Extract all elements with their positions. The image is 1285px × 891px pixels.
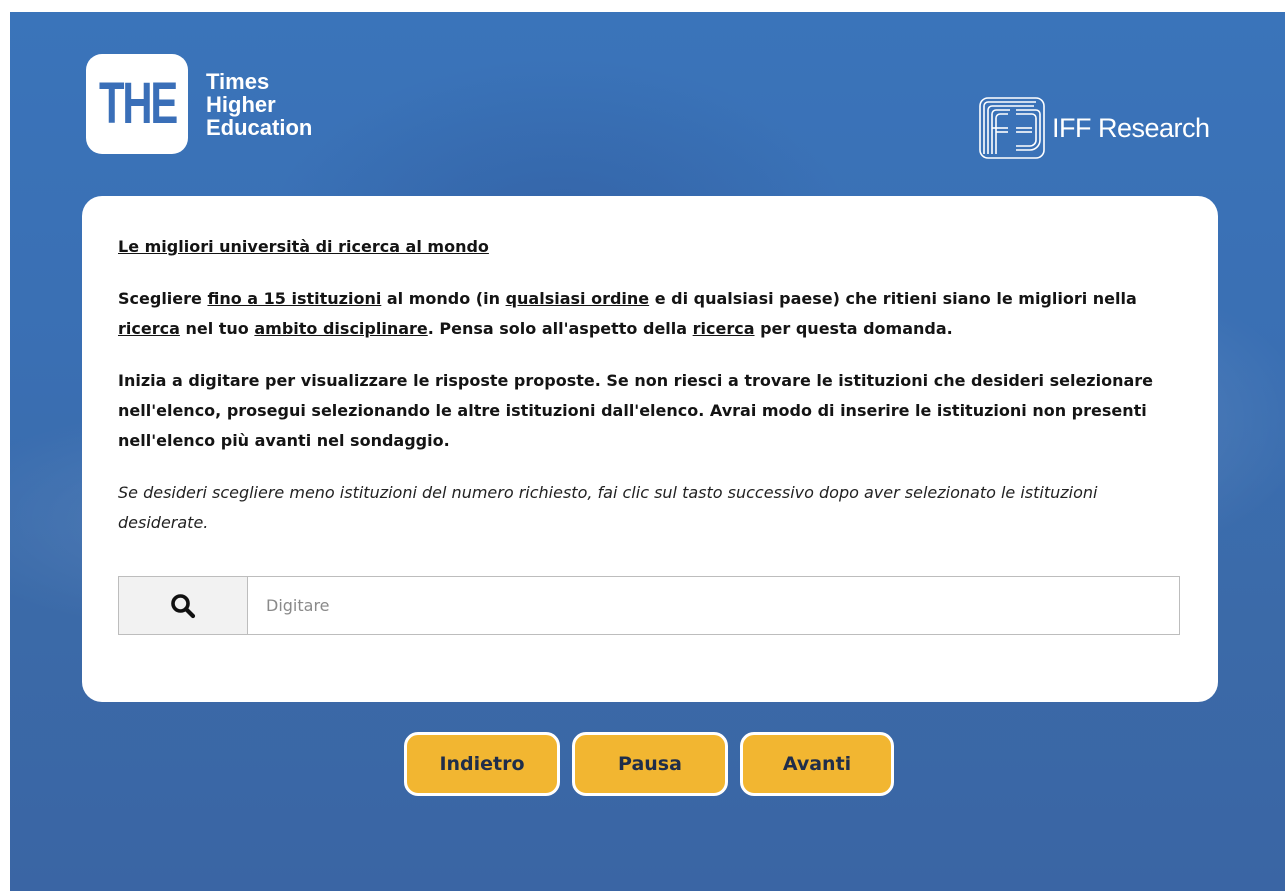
search-button[interactable] xyxy=(119,577,248,634)
the-logo: THE Times Higher Education xyxy=(86,54,312,154)
iff-logo: IFF Research xyxy=(978,96,1210,160)
the-logo-line3: Education xyxy=(206,114,313,140)
navigation-buttons: Indietro Pausa Avanti xyxy=(404,732,894,796)
instr-emph-count: fino a 15 istituzioni xyxy=(207,289,382,308)
left-edge xyxy=(0,0,10,891)
question-content: Le migliori università di ricerca al mon… xyxy=(118,236,1188,538)
instr-text-b: al mondo (in xyxy=(381,289,506,308)
search-input[interactable] xyxy=(248,577,1179,634)
top-edge xyxy=(0,0,1285,12)
instr-text-a: Scegliere xyxy=(118,289,208,308)
instr-text-e: . Pensa solo all'aspetto della xyxy=(427,319,693,338)
instr-text-d: nel tuo xyxy=(179,319,255,338)
back-button[interactable]: Indietro xyxy=(404,732,560,796)
instr-emph-research: ricerca xyxy=(118,319,180,338)
next-button[interactable]: Avanti xyxy=(740,732,894,796)
institution-search xyxy=(118,576,1180,635)
instr-text-f: per questa domanda. xyxy=(754,319,953,338)
the-logo-mark: THE xyxy=(86,54,188,154)
instr-emph-research-2: ricerca xyxy=(692,319,755,338)
iff-logo-text: IFF Research xyxy=(1052,112,1210,143)
instr-text-c: e di qualsiasi paese) che ritieni siano … xyxy=(649,289,1137,308)
the-logo-wordmark: Times Higher Education xyxy=(206,70,312,139)
question-note: Se desideri scegliere meno istituzioni d… xyxy=(118,483,1098,532)
question-card: Le migliori università di ricerca al mon… xyxy=(82,196,1218,702)
question-instructions: Scegliere fino a 15 istituzioni al mondo… xyxy=(118,284,1188,344)
question-typing-help: Inizia a digitare per visualizzare le ri… xyxy=(118,371,1154,450)
question-title: Le migliori università di ricerca al mon… xyxy=(118,237,489,256)
instr-emph-order: qualsiasi ordine xyxy=(505,289,650,308)
the-logo-line1: Times xyxy=(206,68,270,94)
instr-emph-field: ambito disciplinare xyxy=(254,319,428,338)
the-logo-mark-text: THE xyxy=(98,71,177,136)
the-logo-line2: Higher xyxy=(206,91,276,117)
iff-mark-icon xyxy=(979,97,1045,159)
pause-button[interactable]: Pausa xyxy=(572,732,728,796)
search-icon xyxy=(171,593,196,618)
